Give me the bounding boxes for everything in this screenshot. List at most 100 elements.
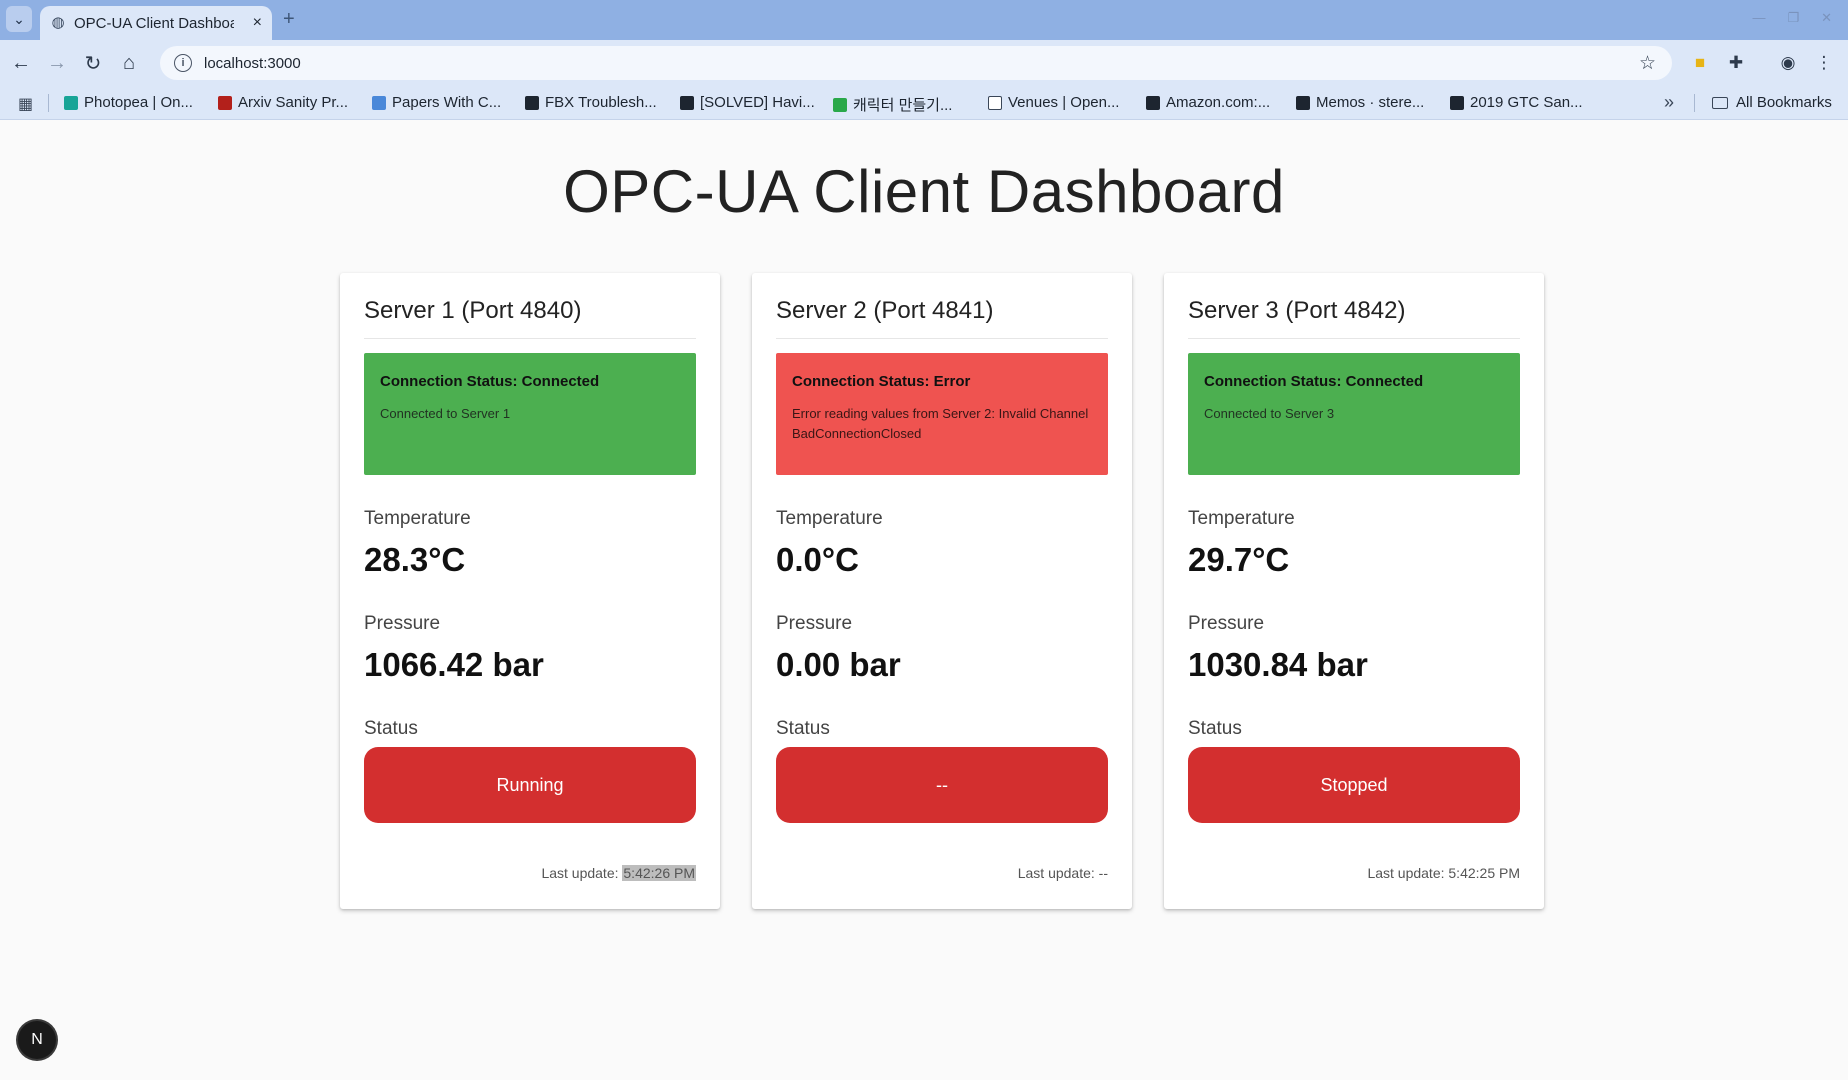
all-bookmarks-label: All Bookmarks <box>1736 94 1832 111</box>
status-button[interactable]: Stopped <box>1188 747 1520 823</box>
bookmark-favicon-icon <box>833 97 847 112</box>
tab-list-chevron-icon[interactable]: ⌄ <box>6 6 32 32</box>
browser-tab[interactable]: ◍ OPC-UA Client Dashboard × <box>40 6 272 40</box>
bookmark-item[interactable]: 캐릭터 만들기... <box>833 94 952 115</box>
bookmark-item[interactable]: Memos · stere... <box>1296 94 1424 111</box>
server-title: Server 3 (Port 4842) <box>1188 297 1406 324</box>
temperature-value: 28.3°C <box>364 541 466 578</box>
bookmark-favicon-icon <box>680 95 694 110</box>
window-close-icon[interactable]: ✕ <box>1821 10 1832 26</box>
address-bar[interactable]: i localhost:3000 ☆ <box>160 46 1672 80</box>
browser-toolbar: ← → ↻ ⌂ i localhost:3000 ☆ ■ ✚ ◉ ⋮ <box>0 40 1848 86</box>
new-tab-plus-icon[interactable]: + <box>283 8 295 31</box>
home-icon[interactable]: ⌂ <box>116 50 142 76</box>
bookmark-label: Venues | Open... <box>1008 94 1120 111</box>
bookmarks-bar: ▦ Photopea | On... Arxiv Sanity Pr... Pape… <box>0 86 1848 120</box>
bookmark-label: Papers With C... <box>392 94 502 111</box>
extension-icon[interactable]: ■ <box>1688 51 1712 75</box>
bookmark-item[interactable]: Venues | Open... <box>988 94 1119 111</box>
apps-grid-icon[interactable]: ▦ <box>18 94 33 114</box>
last-update-time: 5:42:25 PM <box>1448 865 1520 881</box>
nextjs-dev-indicator-icon[interactable]: N <box>18 1021 56 1059</box>
connection-status: Connection Status: Connected <box>380 373 600 390</box>
last-update: Last update: 5:42:26 PM <box>541 865 696 881</box>
bookmark-star-icon[interactable]: ☆ <box>1639 52 1656 75</box>
window-controls: — ❐ ✕ <box>1752 10 1832 26</box>
bookmark-favicon-icon <box>1146 95 1160 110</box>
page-content: OPC-UA Client Dashboard Server 1 (Port 4… <box>0 121 1848 1080</box>
connection-status-box: Connection Status: Connected Connected t… <box>1188 353 1520 475</box>
bookmark-item[interactable]: 2019 GTC San... <box>1450 94 1583 111</box>
extensions-puzzle-icon[interactable]: ✚ <box>1724 51 1748 75</box>
server-card: Server 2 (Port 4841) Connection Status: … <box>752 273 1132 909</box>
back-arrow-icon[interactable]: ← <box>8 50 34 76</box>
bookmark-item[interactable]: Photopea | On... <box>64 94 193 111</box>
menu-kebab-icon[interactable]: ⋮ <box>1812 51 1836 75</box>
connection-status: Connection Status: Connected <box>1204 373 1424 390</box>
connection-message: Error reading values from Server 2: Inva… <box>792 406 1089 441</box>
url-text: localhost:3000 <box>204 54 301 72</box>
bookmark-item[interactable]: Amazon.com:... <box>1146 94 1270 111</box>
all-bookmarks-button[interactable]: All Bookmarks <box>1712 94 1832 111</box>
forward-arrow-icon[interactable]: → <box>44 50 70 76</box>
bookmark-item[interactable]: [SOLVED] Havi... <box>680 94 815 111</box>
connection-status-box: Connection Status: Error Error reading v… <box>776 353 1108 475</box>
maximize-icon[interactable]: ❐ <box>1787 10 1799 26</box>
last-update-label: Last update: <box>541 865 619 881</box>
connection-message: Connected to Server 1 <box>380 406 511 421</box>
pressure-label: Pressure <box>364 613 441 634</box>
server-title: Server 1 (Port 4840) <box>364 297 582 324</box>
connection-status-box: Connection Status: Connected Connected t… <box>364 353 696 475</box>
last-update-label: Last update: <box>1017 865 1095 881</box>
bookmark-label: 2019 GTC San... <box>1470 94 1583 111</box>
status-label: Status <box>1188 718 1242 739</box>
bookmark-label: 캐릭터 만들기... <box>853 97 953 114</box>
status-button[interactable]: -- <box>776 747 1108 823</box>
bookmark-favicon-icon <box>218 95 232 110</box>
bookmark-favicon-icon <box>64 95 78 110</box>
bookmark-separator <box>1694 94 1695 112</box>
bookmark-label: Memos · stere... <box>1316 94 1425 111</box>
pressure-label: Pressure <box>776 613 853 634</box>
minimize-icon[interactable]: — <box>1752 10 1765 26</box>
bookmark-favicon-icon <box>1450 95 1464 110</box>
page-title: OPC-UA Client Dashboard <box>563 158 1285 225</box>
last-update-time: -- <box>1098 865 1108 881</box>
bookmark-item[interactable]: Papers With C... <box>372 94 501 111</box>
site-info-icon[interactable]: i <box>174 54 192 72</box>
bookmark-label: Arxiv Sanity Pr... <box>238 94 349 111</box>
more-bookmarks-icon[interactable]: » <box>1664 92 1674 113</box>
connection-status: Connection Status: Error <box>792 373 971 390</box>
pressure-value: 1030.84 bar <box>1188 646 1368 683</box>
bookmark-favicon-icon <box>1296 95 1310 110</box>
globe-icon: ◍ <box>51 14 65 31</box>
bookmark-label: [SOLVED] Havi... <box>700 94 815 111</box>
temperature-value: 0.0°C <box>776 541 859 578</box>
last-update-label: Last update: <box>1367 865 1445 881</box>
bookmark-item[interactable]: Arxiv Sanity Pr... <box>218 94 348 111</box>
connection-message: Connected to Server 3 <box>1204 406 1335 421</box>
pressure-value: 1066.42 bar <box>364 646 544 683</box>
temperature-label: Temperature <box>364 508 471 529</box>
server-card: Server 1 (Port 4840) Connection Status: … <box>340 273 720 909</box>
last-update-time: 5:42:26 PM <box>622 865 696 881</box>
close-icon[interactable]: × <box>253 14 262 32</box>
pressure-label: Pressure <box>1188 613 1265 634</box>
folder-icon <box>1712 96 1728 109</box>
status-button[interactable]: Running <box>364 747 696 823</box>
bookmark-favicon-icon <box>525 95 539 110</box>
bookmark-label: Photopea | On... <box>84 94 193 111</box>
browser-tab-bar: ⌄ ◍ OPC-UA Client Dashboard × + — ❐ ✕ <box>0 0 1848 40</box>
status-label: Status <box>364 718 418 739</box>
temperature-label: Temperature <box>1188 508 1295 529</box>
profile-avatar-icon[interactable]: ◉ <box>1776 51 1800 75</box>
temperature-value: 29.7°C <box>1188 541 1290 578</box>
server-title: Server 2 (Port 4841) <box>776 297 994 324</box>
bookmark-favicon-icon <box>988 95 1002 110</box>
bookmark-item[interactable]: FBX Troublesh... <box>525 94 657 111</box>
reload-icon[interactable]: ↻ <box>80 50 106 76</box>
bookmark-favicon-icon <box>372 95 386 110</box>
pressure-value: 0.00 bar <box>776 646 901 683</box>
bookmark-label: FBX Troublesh... <box>545 94 657 111</box>
divider <box>364 338 696 339</box>
